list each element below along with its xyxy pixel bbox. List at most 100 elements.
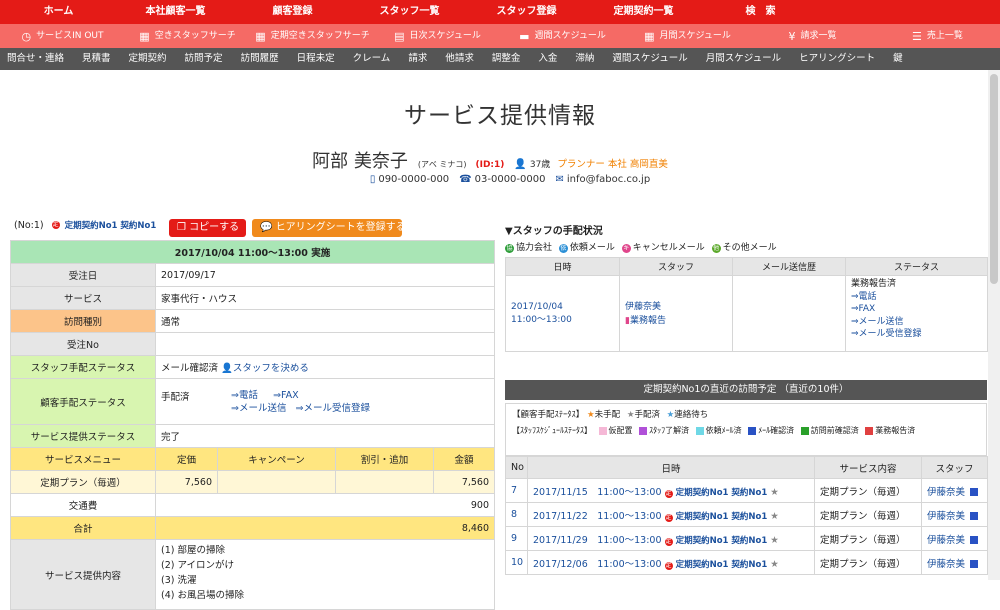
arrangement-time[interactable]: 11:00～13:00 (511, 314, 614, 327)
phone-icon: ☎ (459, 174, 472, 185)
staff-link[interactable]: 伊藤奈美 (625, 300, 727, 314)
subnav-weekly-schedule[interactable]: ▬ 週間スケジュール (500, 24, 625, 48)
visit-service: 定期プラン（毎週） (814, 478, 922, 503)
status-fax-link[interactable]: ⇒FAX (851, 303, 982, 316)
col-datetime: 日時 (527, 456, 815, 479)
mail-receive-link[interactable]: ⇒メール受信登録 (296, 403, 370, 414)
status-square-icon (970, 560, 979, 568)
tab-monthly-schedule[interactable]: 月間スケジュール (697, 48, 790, 70)
tab-adjustment[interactable]: 調整金 (483, 48, 530, 70)
visit-date-link[interactable]: 2017/11/22 11:00～13:00 (533, 511, 662, 522)
tab-arrears[interactable]: 滞納 (566, 48, 603, 70)
register-hearing-sheet-button[interactable]: 💬 ヒアリングシートを登録する (252, 219, 406, 237)
tab-visit-plan[interactable]: 訪問予定 (176, 48, 232, 70)
visit-staff: 伊藤奈美 (921, 526, 988, 551)
visit-staff-link[interactable]: 伊藤奈美 (927, 487, 965, 498)
customer-status-label: 顧客手配ステータス (10, 378, 156, 425)
col-status: ステータス (845, 257, 988, 276)
customer-planner[interactable]: プランナー 本社 高岡直美 (557, 156, 668, 170)
nav-home[interactable]: ホーム (0, 0, 117, 24)
visit-no[interactable]: 8 (505, 502, 528, 527)
tab-payment[interactable]: 入金 (529, 48, 566, 70)
nav-customer-register[interactable]: 顧客登録 (234, 0, 351, 24)
subnav-free-staff-search[interactable]: ▦ 空きスタッフサーチ (125, 24, 250, 48)
subnav-billing-list[interactable]: ¥ 請求一覧 (750, 24, 875, 48)
tab-claim[interactable]: クレーム (344, 48, 400, 70)
status-mail-link[interactable]: ⇒メール送信 (851, 316, 982, 329)
subnav-sales-list[interactable]: ☰ 売上一覧 (875, 24, 1000, 48)
tab-key[interactable]: 鍵 (884, 48, 912, 70)
contract-tag[interactable]: 定期契約No1 契約No1 (676, 560, 768, 570)
visit-staff-link[interactable]: 伊藤奈美 (927, 559, 965, 570)
arrangement-date[interactable]: 2017/10/04 (511, 301, 614, 314)
mail-legend: 協協力会社 依依頼メール キキャンセルメール 他その他メール (505, 240, 777, 253)
subnav-monthly-schedule[interactable]: ▦ 月間スケジュール (625, 24, 750, 48)
swatch-icon (598, 426, 607, 435)
tab-undecided[interactable]: 日程未定 (288, 48, 344, 70)
subnav-label: 月間スケジュール (659, 31, 731, 41)
visit-staff-link[interactable]: 伊藤奈美 (927, 535, 965, 546)
tab-weekly-schedule[interactable]: 週間スケジュール (603, 48, 696, 70)
visit-date-link[interactable]: 2017/11/29 11:00～13:00 (533, 535, 662, 546)
subnav-regular-free-staff-search[interactable]: ▦ 定期空きスタッフサーチ (250, 24, 375, 48)
staff-arrangement-table: 日時 スタッフ メール送信歴 ステータス 2017/10/04 11:00～13:00 … (505, 257, 988, 352)
subnav-label: 週間スケジュール (534, 31, 606, 41)
visit-type-label: 訪問種別 (10, 309, 156, 333)
visit-staff-link[interactable]: 伊藤奈美 (927, 511, 965, 522)
content-label: サービス提供内容 (10, 539, 156, 610)
tab-hearing-sheet[interactable]: ヒアリングシート (790, 48, 884, 70)
swatch-icon (695, 426, 704, 435)
order-date-value: 2017/09/17 (154, 263, 496, 287)
scrollbar-thumb[interactable] (990, 74, 998, 284)
tab-inquiry[interactable]: 問合せ・連絡 (0, 48, 73, 70)
decide-staff-link[interactable]: スタッフを決める (233, 363, 309, 374)
contract-tag[interactable]: 定期契約No1 契約No1 (676, 512, 768, 522)
cancel-mail-icon: キ (621, 244, 631, 253)
regular-badge-icon: 定 (51, 221, 60, 229)
subnav-daily-schedule[interactable]: ▤ 日次スケジュール (375, 24, 500, 48)
tab-billing[interactable]: 請求 (399, 48, 436, 70)
staff-status-value: メール確認済 (161, 363, 219, 374)
tel-link[interactable]: ⇒電話 (231, 390, 258, 401)
customer-kana: (アベ ミナコ) (417, 160, 467, 169)
tab-contract[interactable]: 定期契約 (120, 48, 176, 70)
status-square-icon (970, 536, 979, 544)
regular-badge-icon: 定 (664, 513, 673, 522)
mobile-icon: ▯ (369, 174, 376, 185)
contract-tag[interactable]: 定期契約No1 契約No1 (676, 488, 768, 498)
visit-date-link[interactable]: 2017/11/15 11:00～13:00 (533, 487, 662, 498)
customer-age: 37歳 (529, 160, 551, 170)
visit-date-link[interactable]: 2017/12/06 11:00～13:00 (533, 559, 662, 570)
staff-arrangement-title: ▼スタッフの手配状況 (505, 226, 603, 237)
nav-customer-list[interactable]: 本社顧客一覧 (117, 0, 234, 24)
visit-legend: 【顧客手配ｽﾃｰﾀｽ】 ★未手配 ★手配済 ★連絡待ち 【ｽﾀｯﾌｽｹｼﾞｭｰﾙ… (505, 403, 987, 456)
fax-link[interactable]: ⇒FAX (273, 390, 299, 401)
visit-no[interactable]: 7 (505, 478, 528, 503)
tab-visit-history[interactable]: 訪問履歴 (232, 48, 288, 70)
status-mail-receive-link[interactable]: ⇒メール受信登録 (851, 328, 982, 341)
subnav-service-inout[interactable]: ◷ サービスIN OUT (0, 24, 125, 48)
nav-search[interactable]: 検 索 (702, 0, 819, 24)
page-scrollbar[interactable] (988, 70, 1000, 580)
col-service: サービス内容 (814, 456, 922, 479)
contract-tag[interactable]: 定期契約No1 契約No1 (676, 536, 768, 546)
col-staff: スタッフ (921, 456, 988, 479)
copy-button[interactable]: ❐ コピーする (169, 219, 246, 237)
nav-staff-list[interactable]: スタッフ一覧 (351, 0, 468, 24)
record-no: (No:1) (14, 219, 44, 231)
tab-other-billing[interactable]: 他請求 (436, 48, 483, 70)
visit-no[interactable]: 10 (505, 550, 528, 575)
send-mail-link[interactable]: ⇒メール送信 (231, 403, 286, 414)
nav-staff-register[interactable]: スタッフ登録 (468, 0, 585, 24)
nav-contract-list[interactable]: 定期契約一覧 (585, 0, 702, 24)
status-tel-link[interactable]: ⇒電話 (851, 291, 982, 304)
plan-name: 定期プラン（毎週） (10, 470, 156, 494)
table-row: 10 2017/12/06 11:00～13:00 定 定期契約No1 契約No1… (505, 550, 988, 575)
customer-header: 阿部 美奈子 (アベ ミナコ) (ID:1) 👤 37歳 プランナー 本社 高岡… (0, 147, 1000, 173)
arrangement-staff: 伊藤奈美 ▮業務報告 (619, 275, 733, 352)
contract-tag[interactable]: 定期契約No1 契約No1 (65, 219, 157, 231)
copy-button-label: コピーする (189, 222, 240, 233)
tab-estimate[interactable]: 見積書 (73, 48, 120, 70)
report-link[interactable]: 業務報告 (630, 316, 666, 326)
visit-no[interactable]: 9 (505, 526, 528, 551)
